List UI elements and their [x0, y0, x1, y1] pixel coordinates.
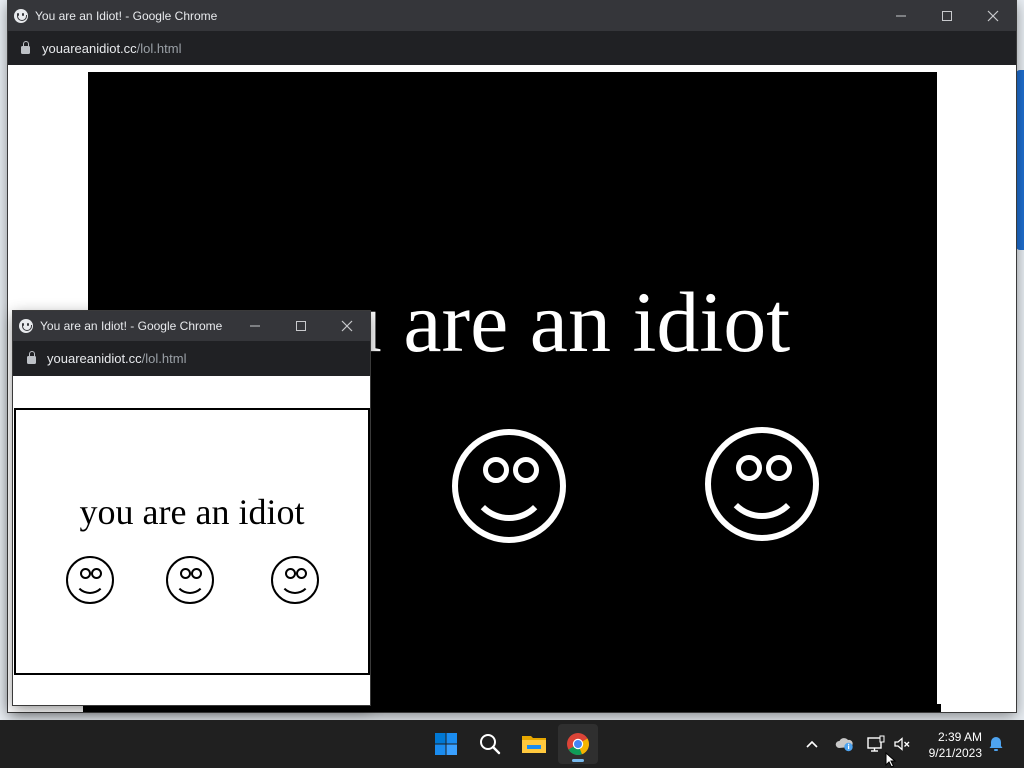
taskbar: 2:39 AM 9/21/2023: [0, 720, 1024, 768]
clock-date: 9/21/2023: [928, 746, 982, 760]
chevron-up-icon: [806, 740, 818, 748]
popup-window-address-bar[interactable]: youareanidiot.cc/lol.html: [13, 341, 370, 376]
search-icon: [480, 734, 501, 755]
folder-icon: [522, 736, 546, 753]
network-tray-button[interactable]: [866, 734, 886, 754]
smiley-face-icon: [705, 427, 819, 541]
popup-window-page: you are an idiot: [13, 376, 370, 705]
popup-window-title: You are an Idiot! - Google Chrome: [40, 319, 223, 333]
minimize-button[interactable]: [232, 311, 278, 341]
page-bottom-bar: [83, 704, 941, 712]
taskbar-clock[interactable]: 2:39 AM 9/21/2023: [929, 729, 982, 761]
maximize-icon: [296, 321, 306, 331]
minimize-icon: [250, 325, 260, 327]
url-path: /lol.html: [141, 351, 187, 366]
chrome-taskbar-button[interactable]: [558, 724, 598, 764]
main-window-titlebar[interactable]: You are an Idiot! - Google Chrome: [8, 0, 1016, 31]
search-button[interactable]: [470, 724, 510, 764]
smiley-face-icon: [452, 429, 566, 543]
url-path: /lol.html: [136, 40, 182, 56]
lock-icon[interactable]: [27, 351, 36, 364]
cloud-info-icon: [835, 738, 853, 752]
windows-logo-icon: [435, 733, 457, 755]
onedrive-tray-button[interactable]: [835, 734, 855, 754]
headline: you are an idiot: [79, 492, 305, 532]
close-icon: [341, 320, 353, 332]
minimize-button[interactable]: [878, 0, 924, 31]
maximize-icon: [942, 10, 952, 21]
smiley-favicon-icon: [19, 319, 33, 333]
popup-chrome-window[interactable]: You are an Idiot! - Google Chrome youare…: [13, 311, 370, 705]
main-window-title: You are an Idiot! - Google Chrome: [35, 8, 218, 23]
url-host: youareanidiot.cc: [47, 351, 142, 366]
close-button[interactable]: [324, 311, 370, 341]
white-stage: you are an idiot: [14, 408, 370, 675]
volume-tray-button[interactable]: [892, 734, 912, 754]
close-icon: [987, 10, 999, 21]
lock-icon[interactable]: [21, 40, 30, 54]
bell-icon: [989, 737, 1003, 751]
show-hidden-icons-button[interactable]: [802, 734, 822, 754]
smiley-face-icon: [166, 556, 214, 604]
smiley-face-icon: [66, 556, 114, 604]
desktop-wallpaper-accent: [1016, 70, 1024, 250]
minimize-icon: [896, 15, 906, 16]
file-explorer-button[interactable]: [514, 724, 554, 764]
speaker-muted-icon: [894, 737, 910, 751]
notifications-button[interactable]: [986, 734, 1006, 754]
clock-time: 2:39 AM: [937, 730, 982, 744]
popup-window-titlebar[interactable]: You are an Idiot! - Google Chrome: [13, 311, 370, 341]
mouse-cursor-icon: [885, 752, 897, 768]
running-indicator: [572, 759, 584, 762]
close-button[interactable]: [970, 0, 1016, 31]
main-window-address-bar[interactable]: youareanidiot.cc/lol.html: [8, 31, 1016, 65]
url-host: youareanidiot.cc: [42, 40, 137, 56]
smiley-favicon-icon: [14, 8, 28, 23]
maximize-button[interactable]: [924, 0, 970, 31]
network-disconnected-icon: [867, 735, 885, 752]
smiley-face-icon: [271, 556, 319, 604]
start-button[interactable]: [426, 724, 466, 764]
maximize-button[interactable]: [278, 311, 324, 341]
chrome-icon: [567, 733, 590, 756]
